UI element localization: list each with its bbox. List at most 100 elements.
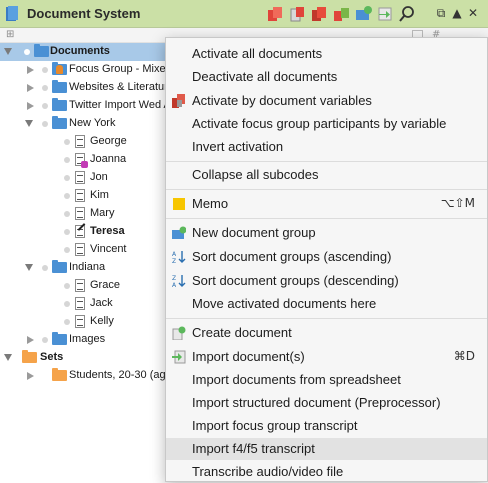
menu-separator bbox=[166, 218, 487, 219]
collapse-icon[interactable]: ▲ bbox=[450, 6, 464, 20]
menu-separator bbox=[166, 318, 487, 319]
expand-toggle-icon[interactable] bbox=[27, 372, 34, 380]
import-icon[interactable] bbox=[288, 5, 306, 23]
expand-toggle-icon[interactable] bbox=[27, 102, 34, 110]
menu-item-collapse-subcodes[interactable]: Collapse all subcodes bbox=[166, 164, 487, 186]
context-menu: Activate all documents Deactivate all do… bbox=[165, 37, 488, 482]
person-icon bbox=[56, 65, 63, 74]
activation-dot-icon[interactable] bbox=[64, 319, 70, 325]
expand-toggle-icon[interactable] bbox=[25, 264, 33, 271]
create-document-icon bbox=[172, 326, 186, 340]
menu-item-import-documents[interactable]: Import document(s) ⌘D bbox=[166, 346, 487, 368]
sort-ascending-icon: A Z bbox=[172, 251, 186, 264]
close-icon[interactable]: ✕ bbox=[466, 6, 480, 20]
folder-icon bbox=[52, 260, 67, 273]
tree-row-label: Mary bbox=[90, 207, 115, 219]
activation-dot-icon[interactable] bbox=[24, 49, 30, 55]
sort-descending-icon: Z A bbox=[172, 275, 186, 288]
activation-dot-icon[interactable] bbox=[64, 247, 70, 253]
search-icon[interactable] bbox=[398, 5, 416, 23]
expand-toggle-icon[interactable] bbox=[27, 84, 34, 92]
new-doc-icon[interactable] bbox=[354, 5, 372, 23]
menu-item-label: Create document bbox=[192, 325, 292, 340]
activation-dot-icon[interactable] bbox=[42, 337, 48, 343]
menu-item-import-f4f5[interactable]: Import f4/f5 transcript bbox=[166, 438, 487, 460]
menu-item-label: Sort document groups (descending) bbox=[192, 273, 399, 288]
menu-item-label: Import documents from spreadsheet bbox=[192, 372, 401, 387]
folder-icon bbox=[52, 116, 67, 129]
document-system-icon bbox=[6, 6, 18, 21]
activation-dot-icon[interactable] bbox=[42, 103, 48, 109]
expand-toggle-icon[interactable] bbox=[4, 354, 12, 361]
menu-separator bbox=[166, 161, 487, 162]
memo-icon bbox=[173, 198, 185, 210]
tree-row-label: Kim bbox=[90, 189, 109, 201]
activation-dot-icon[interactable] bbox=[64, 301, 70, 307]
transfer-icon[interactable] bbox=[332, 5, 350, 23]
restore-icon[interactable]: ⧉ bbox=[434, 6, 448, 20]
document-icon bbox=[75, 279, 85, 292]
menu-item-activate-by-variables[interactable]: Activate by document variables bbox=[166, 90, 487, 112]
tree-row-label: Jon bbox=[90, 171, 108, 183]
menu-item-label: Memo bbox=[192, 196, 229, 211]
menu-item-activate-all[interactable]: Activate all documents bbox=[166, 43, 487, 65]
window-titlebar: Document System ⧉ ▲ ✕ bbox=[0, 0, 488, 28]
tree-row-label: Documents bbox=[50, 45, 110, 57]
activation-dot-icon[interactable] bbox=[64, 283, 70, 289]
expand-toggle-icon[interactable] bbox=[27, 336, 34, 344]
menu-item-import-structured[interactable]: Import structured document (Preprocessor… bbox=[166, 392, 487, 414]
tree-row-label: Grace bbox=[90, 279, 120, 291]
activation-dot-icon[interactable] bbox=[64, 193, 70, 199]
tree-row-label: Sets bbox=[40, 351, 64, 363]
menu-item-deactivate-all[interactable]: Deactivate all documents bbox=[166, 66, 487, 88]
variables-icon bbox=[172, 94, 185, 108]
tree-row-label: Students, 20-30 (age bbox=[69, 369, 172, 381]
menu-item-new-document-group[interactable]: New document group bbox=[166, 222, 487, 244]
menu-item-label: Invert activation bbox=[192, 139, 284, 154]
tree-row-label: Vincent bbox=[90, 243, 127, 255]
menu-item-label: Move activated documents here bbox=[192, 296, 377, 311]
menu-item-label: Import structured document (Preprocessor… bbox=[192, 395, 441, 410]
menu-item-sort-descending[interactable]: Z A Sort document groups (descending) bbox=[166, 270, 487, 292]
document-icon bbox=[75, 207, 85, 220]
activation-dot-icon[interactable] bbox=[42, 265, 48, 271]
menu-item-label: New document group bbox=[192, 225, 316, 240]
activation-dot-icon[interactable] bbox=[42, 67, 48, 73]
menu-item-label: Import document(s) bbox=[192, 349, 305, 364]
activation-dot-icon[interactable] bbox=[64, 157, 70, 163]
tree-options-icon[interactable]: ⊞ bbox=[6, 29, 14, 40]
menu-item-transcribe[interactable]: Transcribe audio/video file bbox=[166, 461, 487, 483]
menu-item-shortcut: ⌘D bbox=[453, 349, 475, 363]
menu-item-import-spreadsheet[interactable]: Import documents from spreadsheet bbox=[166, 369, 487, 391]
menu-item-import-focus-group[interactable]: Import focus group transcript bbox=[166, 415, 487, 437]
set-folder-icon bbox=[52, 368, 67, 381]
menu-item-invert-activation[interactable]: Invert activation bbox=[166, 136, 487, 158]
import-green-icon[interactable] bbox=[376, 5, 394, 23]
expand-toggle-icon[interactable] bbox=[4, 48, 12, 55]
document-icon bbox=[75, 297, 85, 310]
tree-row-label: Websites & Literature bbox=[69, 81, 174, 93]
menu-item-move-activated[interactable]: Move activated documents here bbox=[166, 293, 487, 315]
activation-dot-icon[interactable] bbox=[42, 85, 48, 91]
menu-item-sort-ascending[interactable]: A Z Sort document groups (ascending) bbox=[166, 246, 487, 268]
new-group-icon bbox=[172, 226, 186, 239]
svg-text:A: A bbox=[172, 251, 177, 258]
expand-toggle-icon[interactable] bbox=[25, 120, 33, 127]
document-icon bbox=[75, 315, 85, 328]
menu-item-label: Import focus group transcript bbox=[192, 418, 358, 433]
activate-docs-icon[interactable] bbox=[266, 5, 284, 23]
expand-toggle-icon[interactable] bbox=[27, 66, 34, 74]
activation-dot-icon[interactable] bbox=[64, 211, 70, 217]
activation-dot-icon[interactable] bbox=[64, 175, 70, 181]
svg-text:Z: Z bbox=[172, 275, 176, 282]
set-folder-icon bbox=[22, 350, 37, 363]
copy-icon[interactable] bbox=[310, 5, 328, 23]
activation-dot-icon[interactable] bbox=[42, 121, 48, 127]
menu-item-activate-focus-group[interactable]: Activate focus group participants by var… bbox=[166, 113, 487, 135]
menu-item-create-document[interactable]: Create document bbox=[166, 322, 487, 344]
activation-dot-icon[interactable] bbox=[64, 229, 70, 235]
activation-dot-icon[interactable] bbox=[64, 139, 70, 145]
menu-item-label: Import f4/f5 transcript bbox=[192, 441, 315, 456]
menu-item-label: Sort document groups (ascending) bbox=[192, 249, 392, 264]
menu-item-memo[interactable]: Memo ⌥⇧M bbox=[166, 193, 487, 215]
